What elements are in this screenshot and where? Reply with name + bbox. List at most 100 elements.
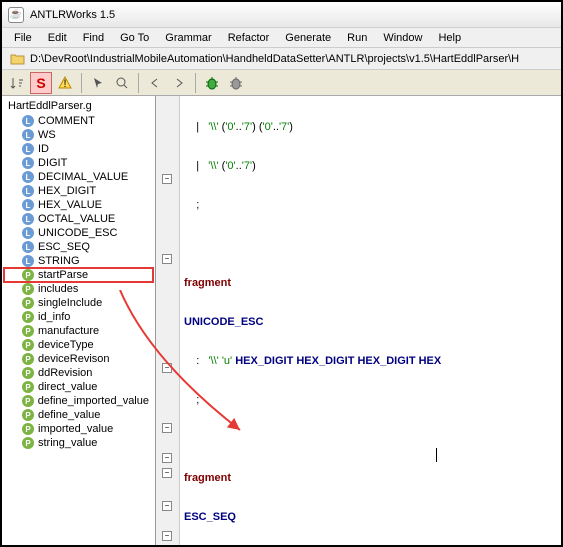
tree-item-deviceRevison[interactable]: PdeviceRevison bbox=[4, 352, 153, 366]
tree-item-ESC_SEQ[interactable]: L ESC_SEQ bbox=[4, 240, 153, 254]
lexer-rule-icon: L bbox=[22, 185, 34, 197]
tree-item-includes[interactable]: Pincludes bbox=[4, 282, 153, 296]
lexer-rule-icon: L bbox=[22, 227, 34, 239]
tree-root: HartEddlParser.g L COMMENT L WS L IDLDIGITLDE… bbox=[2, 96, 155, 452]
tree-item-singleInclude[interactable]: PsingleInclude bbox=[4, 296, 153, 310]
syntax-button[interactable]: S bbox=[30, 72, 52, 94]
tree-item-define_imported_value[interactable]: Pdefine_imported_value bbox=[4, 394, 153, 408]
tree-item-deviceType[interactable]: PdeviceType bbox=[4, 338, 153, 352]
parser-rule-icon: P bbox=[22, 339, 34, 351]
menu-find[interactable]: Find bbox=[75, 32, 112, 44]
code-content[interactable]: | '\\' ('0'..'7') ('0'..'7') | '\\' ('0'… bbox=[184, 96, 561, 545]
tree-item-label: imported_value bbox=[38, 423, 113, 435]
folder-icon bbox=[10, 52, 26, 66]
tree-item-WS[interactable]: L WS bbox=[4, 128, 153, 142]
menubar: File Edit Find Go To Grammar Refactor Ge… bbox=[2, 28, 561, 48]
code-editor[interactable]: − − − − − − − − | '\\' ('0'..'7') ('0'..… bbox=[156, 96, 561, 545]
menu-edit[interactable]: Edit bbox=[40, 32, 75, 44]
menu-generate[interactable]: Generate bbox=[277, 32, 339, 44]
fold-marker[interactable]: − bbox=[162, 531, 172, 541]
tree-item-HEX_VALUE[interactable]: L HEX_VALUE bbox=[4, 198, 153, 212]
tree-item-label: deviceRevison bbox=[38, 353, 110, 365]
fold-marker[interactable]: − bbox=[162, 174, 172, 184]
lexer-rule-icon: L bbox=[22, 115, 34, 127]
tree-item-HEX_DIGIT[interactable]: LHEX_DIGIT bbox=[4, 184, 153, 198]
back-button[interactable] bbox=[144, 72, 166, 94]
tree-item-startParse[interactable]: PstartParse bbox=[4, 268, 153, 282]
cursor-button[interactable] bbox=[87, 72, 109, 94]
forward-button[interactable] bbox=[168, 72, 190, 94]
menu-refactor[interactable]: Refactor bbox=[220, 32, 278, 44]
tree-item-UNICODE_ESC[interactable]: L UNICODE_ESC bbox=[4, 226, 153, 240]
menu-run[interactable]: Run bbox=[339, 32, 375, 44]
lexer-rule-icon: L bbox=[22, 143, 34, 155]
tree-item-DECIMAL_VALUE[interactable]: LDECIMAL_VALUE bbox=[4, 170, 153, 184]
tree-item-label: singleInclude bbox=[38, 297, 102, 309]
separator bbox=[195, 73, 196, 93]
menu-grammar[interactable]: Grammar bbox=[157, 32, 219, 44]
tree-item-STRING[interactable]: LSTRING bbox=[4, 254, 153, 268]
toolbar: S ! bbox=[2, 70, 561, 96]
tree-item-label: includes bbox=[38, 283, 78, 295]
lexer-rule-icon: L bbox=[22, 129, 34, 141]
tree-item-ID[interactable]: L ID bbox=[4, 142, 153, 156]
lexer-rule-icon: L bbox=[22, 213, 34, 225]
find-button[interactable] bbox=[111, 72, 133, 94]
warning-button[interactable]: ! bbox=[54, 72, 76, 94]
separator bbox=[138, 73, 139, 93]
parser-rule-icon: P bbox=[22, 297, 34, 309]
fold-marker[interactable]: − bbox=[162, 254, 172, 264]
debug-button[interactable] bbox=[201, 72, 223, 94]
separator bbox=[81, 73, 82, 93]
tree-item-label: ESC_SEQ bbox=[38, 241, 90, 253]
grammar-file-name[interactable]: HartEddlParser.g bbox=[4, 98, 153, 114]
fold-marker[interactable]: − bbox=[162, 453, 172, 463]
lexer-rule-icon: L bbox=[22, 241, 34, 253]
tree-item-DIGIT[interactable]: LDIGIT bbox=[4, 156, 153, 170]
tree-item-label: UNICODE_ESC bbox=[38, 227, 117, 239]
tree-item-OCTAL_VALUE[interactable]: L OCTAL_VALUE bbox=[4, 212, 153, 226]
tree-item-label: deviceType bbox=[38, 339, 94, 351]
tree-item-label: OCTAL_VALUE bbox=[38, 213, 115, 225]
tree-item-label: ID bbox=[38, 143, 49, 155]
lexer-rule-icon: L bbox=[22, 199, 34, 211]
tree-item-label: HEX_VALUE bbox=[38, 199, 102, 211]
parser-rule-icon: P bbox=[22, 311, 34, 323]
tree-item-label: define_imported_value bbox=[38, 395, 149, 407]
tree-item-manufacture[interactable]: Pmanufacture bbox=[4, 324, 153, 338]
tree-item-string_value[interactable]: Pstring_value bbox=[4, 436, 153, 450]
fold-marker[interactable]: − bbox=[162, 363, 172, 373]
tree-item-label: COMMENT bbox=[38, 115, 95, 127]
tree-item-COMMENT[interactable]: L COMMENT bbox=[4, 114, 153, 128]
tree-item-label: STRING bbox=[38, 255, 80, 267]
menu-goto[interactable]: Go To bbox=[112, 32, 157, 44]
parser-rule-icon: P bbox=[22, 367, 34, 379]
debug-stop-button[interactable] bbox=[225, 72, 247, 94]
parser-rule-icon: P bbox=[22, 437, 34, 449]
tree-item-label: string_value bbox=[38, 437, 97, 449]
window-title: ANTLRWorks 1.5 bbox=[30, 9, 115, 21]
fold-marker[interactable]: − bbox=[162, 501, 172, 511]
text-cursor bbox=[436, 448, 437, 462]
sort-button[interactable] bbox=[6, 72, 28, 94]
tree-item-label: WS bbox=[38, 129, 56, 141]
app-icon: ☕ bbox=[8, 7, 24, 23]
lexer-rule-icon: L bbox=[22, 171, 34, 183]
tree-item-define_value[interactable]: Pdefine_value bbox=[4, 408, 153, 422]
tree-item-id_info[interactable]: Pid_info bbox=[4, 310, 153, 324]
parser-rule-icon: P bbox=[22, 325, 34, 337]
menu-help[interactable]: Help bbox=[430, 32, 469, 44]
tree-item-imported_value[interactable]: Pimported_value bbox=[4, 422, 153, 436]
fold-marker[interactable]: − bbox=[162, 468, 172, 478]
content-area: HartEddlParser.g L COMMENT L WS L IDLDIGITLDE… bbox=[2, 96, 561, 545]
tree-item-ddRevision[interactable]: PddRevision bbox=[4, 366, 153, 380]
parser-rule-icon: P bbox=[22, 381, 34, 393]
rules-sidebar[interactable]: HartEddlParser.g L COMMENT L WS L IDLDIGITLDE… bbox=[2, 96, 156, 545]
tree-item-direct_value[interactable]: Pdirect_value bbox=[4, 380, 153, 394]
menu-window[interactable]: Window bbox=[375, 32, 430, 44]
tree-item-label: manufacture bbox=[38, 325, 99, 337]
tree-item-label: direct_value bbox=[38, 381, 97, 393]
menu-file[interactable]: File bbox=[6, 32, 40, 44]
parser-rule-icon: P bbox=[22, 395, 34, 407]
fold-marker[interactable]: − bbox=[162, 423, 172, 433]
